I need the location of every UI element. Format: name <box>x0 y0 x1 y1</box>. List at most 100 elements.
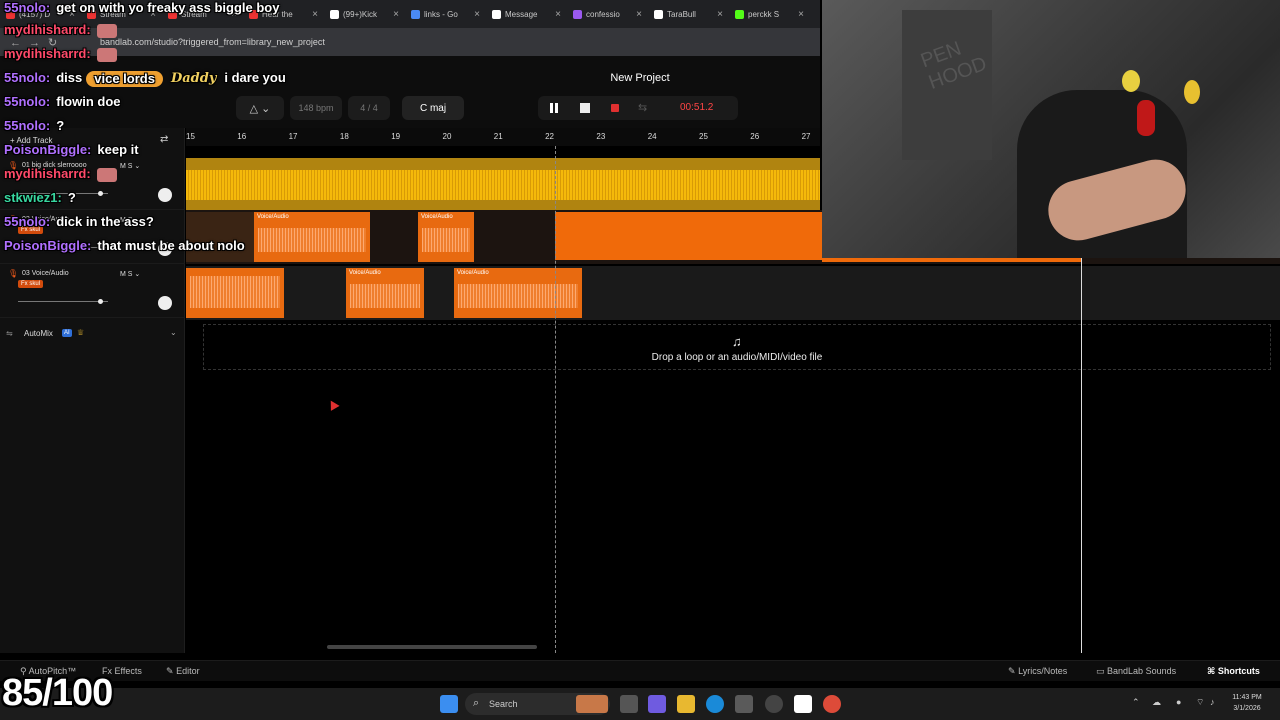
automix-icon: ⇋ <box>6 329 13 338</box>
audio-clip[interactable]: Voice/Audio <box>254 212 370 262</box>
horizontal-scrollbar[interactable] <box>327 645 537 649</box>
audio-clip[interactable]: Voice/Audio <box>454 268 582 318</box>
task-view-icon[interactable] <box>620 695 638 713</box>
tray-chevron-icon[interactable]: ⌃ <box>1132 697 1140 708</box>
chat-text: diss <box>56 70 83 85</box>
tab-label: links - Go <box>424 9 458 19</box>
chat-username: PoisonBiggle: <box>4 238 92 253</box>
close-icon[interactable]: × <box>636 9 642 20</box>
app-icon[interactable] <box>794 695 812 713</box>
time-signature-field[interactable]: 4 / 4 <box>348 96 390 120</box>
ruler-tick: 21 <box>493 132 503 141</box>
close-icon[interactable]: × <box>312 9 318 20</box>
audio-clip[interactable]: Voice/Audio <box>346 268 424 318</box>
browser-tab[interactable]: links - Go × <box>405 3 486 25</box>
studio-header: New Project △ ⌄ 148 bpm 4 / 4 C maj ⇆ 00… <box>0 56 820 128</box>
chat-emote-icon <box>96 23 117 38</box>
browser-tab[interactable]: (99+)Kick × <box>324 3 405 25</box>
stop-icon[interactable] <box>580 103 590 113</box>
project-title[interactable]: New Project <box>560 72 720 84</box>
url-text[interactable]: bandlab.com/studio?triggered_from=librar… <box>100 37 325 47</box>
pan-knob[interactable] <box>158 296 172 310</box>
automix-row[interactable]: ⇋ AutoMix AI ♕ ⌄ <box>0 326 185 344</box>
audio-clip[interactable]: Voice/Audio <box>418 212 474 262</box>
lyrics-notes-button[interactable]: ✎ Lyrics/Notes <box>1008 666 1067 677</box>
ruler-tick: 27 <box>801 132 811 141</box>
chevron-down-icon[interactable]: ⌄ <box>170 328 177 337</box>
close-icon[interactable]: × <box>798 9 804 20</box>
pan-knob[interactable] <box>158 188 172 202</box>
drop-zone[interactable]: ♫ Drop a loop or an audio/MIDI/video fil… <box>203 324 1271 370</box>
chat-username: PoisonBiggle: <box>4 142 92 157</box>
tab-label: Message <box>505 9 538 19</box>
windows-start-icon[interactable] <box>440 695 458 713</box>
clip-gap <box>186 212 254 262</box>
app-icon[interactable] <box>765 695 783 713</box>
chrome-icon[interactable] <box>823 695 841 713</box>
tab-favicon-icon <box>573 9 582 19</box>
track-header-3[interactable]: 🎙 03 Voice/Audio Fx skul M S ⌄ <box>0 264 185 318</box>
ruler-tick: 16 <box>237 132 247 141</box>
timeline-ruler[interactable]: 15 16 17 18 19 20 21 22 23 24 25 26 27 <box>186 128 820 146</box>
mouse-cursor-icon <box>326 398 340 411</box>
browser-tab[interactable]: TaraBull × <box>648 3 729 25</box>
key-selector[interactable]: C maj <box>402 96 464 120</box>
pause-icon[interactable] <box>550 103 558 113</box>
volume-icon[interactable]: ♪ <box>1210 697 1215 707</box>
cursor-line <box>1081 258 1082 653</box>
audio-clip-track-1[interactable] <box>186 158 820 210</box>
cloud-icon[interactable]: ☁ <box>1152 697 1161 708</box>
recording-progress <box>822 258 1082 262</box>
webcam-overlay: PEN HOOD <box>822 0 1280 258</box>
widget-icon[interactable] <box>576 695 608 713</box>
chat-text: keep it <box>97 142 139 157</box>
mute-solo-buttons[interactable]: M S ⌄ <box>120 162 140 170</box>
track-settings-icon[interactable]: ⇄ <box>160 134 168 145</box>
track-name[interactable]: 03 Voice/Audio <box>22 270 69 277</box>
store-icon[interactable] <box>735 695 753 713</box>
transport-bar: ⇆ 00:51.2 <box>538 96 738 120</box>
volume-knob[interactable] <box>98 299 103 304</box>
wifi-icon[interactable]: ⌔ <box>1196 697 1204 708</box>
search-icon: ⌕ <box>473 697 480 709</box>
file-explorer-icon[interactable] <box>677 695 695 713</box>
studio-bottom-bar: ⚲ AutoPitch™ Fx Effects ✎ Editor ✎ Lyric… <box>0 660 1280 681</box>
chat-username: stkwiez1: <box>4 190 62 205</box>
editor-button[interactable]: ✎ Editor <box>166 666 200 677</box>
volume-knob[interactable] <box>98 191 103 196</box>
address-bar[interactable]: ←→↻ bandlab.com/studio?triggered_from=li… <box>0 28 820 56</box>
music-note-icon: ♫ <box>732 334 742 349</box>
mic-icon[interactable]: ● <box>1176 697 1181 707</box>
tab-favicon-icon <box>735 9 744 19</box>
wall-poster: PEN HOOD <box>902 10 992 160</box>
edge-icon[interactable] <box>706 695 724 713</box>
mute-solo-buttons[interactable]: M S ⌄ <box>120 270 140 278</box>
tab-favicon-icon <box>330 9 339 19</box>
bandlab-sounds-button[interactable]: ▭ BandLab Sounds <box>1096 666 1176 677</box>
volume-slider[interactable] <box>18 299 108 304</box>
chat-message: 55nolo: get on with yo freaky ass biggle … <box>4 0 279 15</box>
audio-clip[interactable] <box>186 268 284 318</box>
playhead-marker[interactable] <box>555 146 556 653</box>
shortcuts-button[interactable]: ⌘ Shortcuts <box>1207 666 1260 677</box>
taskbar-clock[interactable]: 11:43 PM 3/1/2026 <box>1222 692 1272 714</box>
chat-username: 55nolo: <box>4 0 51 15</box>
close-icon[interactable]: × <box>717 9 723 20</box>
browser-tab[interactable]: confessio × <box>567 3 648 25</box>
close-icon[interactable]: × <box>555 9 561 20</box>
tempo-field[interactable]: 148 bpm <box>290 96 342 120</box>
copilot-icon[interactable] <box>648 695 666 713</box>
fx-chip[interactable]: Fx skul <box>18 280 44 288</box>
loop-icon[interactable]: ⇆ <box>638 101 647 114</box>
browser-tab[interactable]: Message × <box>486 3 567 25</box>
close-icon[interactable]: × <box>393 9 399 20</box>
ruler-tick: 26 <box>750 132 760 141</box>
sounds-icon: ▭ <box>1096 666 1105 676</box>
metronome-button[interactable]: △ ⌄ <box>236 96 284 120</box>
browser-tab[interactable]: perckk S × <box>729 3 810 25</box>
record-icon[interactable] <box>611 104 619 112</box>
waveform <box>186 170 820 200</box>
tab-label: perckk S <box>748 9 780 19</box>
close-icon[interactable]: × <box>474 9 480 20</box>
clip-label: Voice/Audio <box>457 270 489 276</box>
